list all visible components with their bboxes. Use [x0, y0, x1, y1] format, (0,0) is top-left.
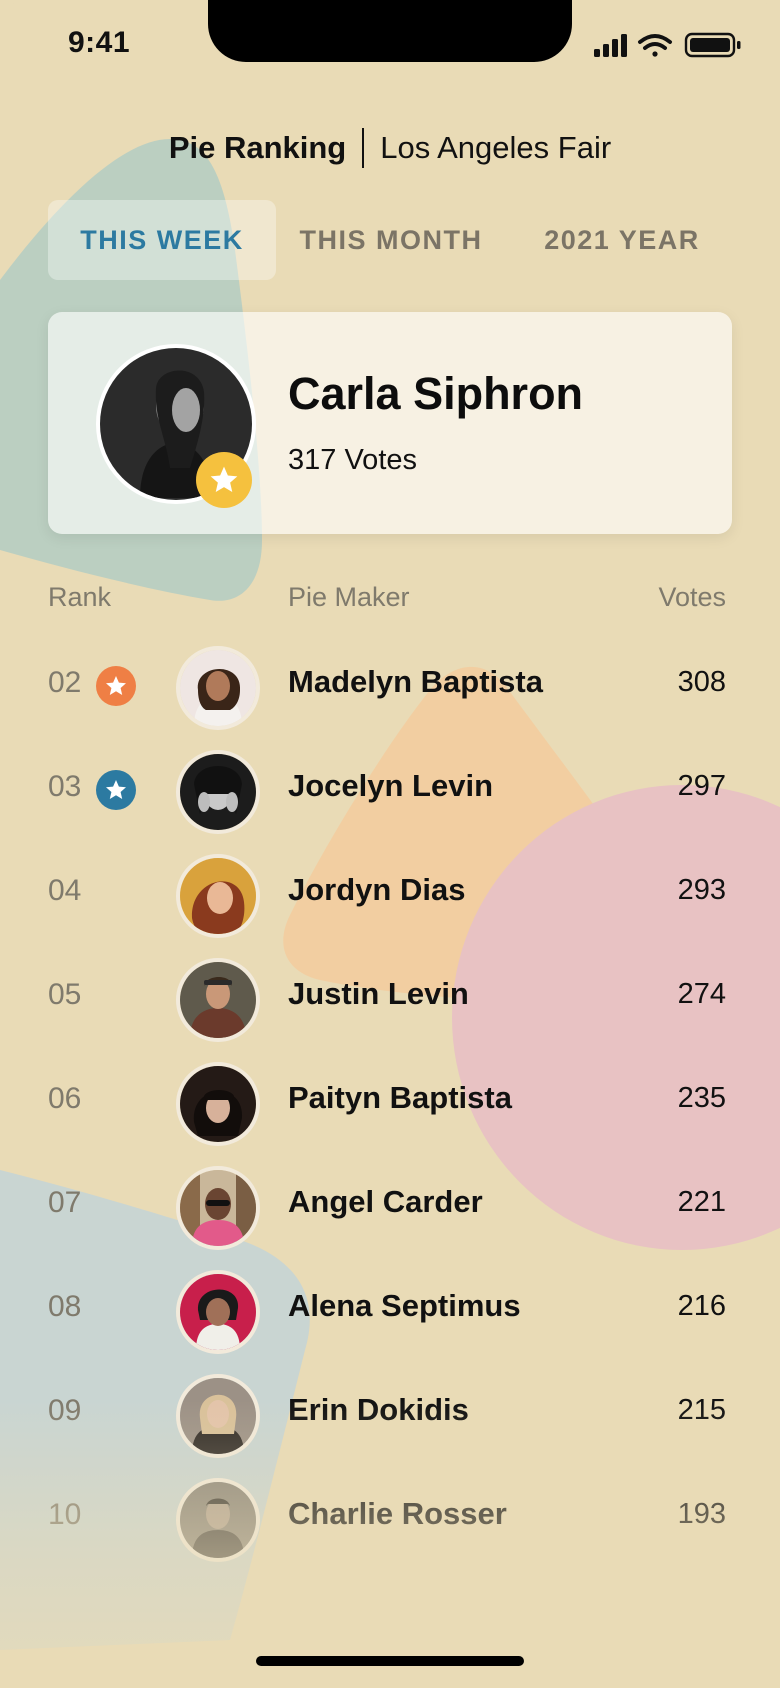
column-header-votes: Votes [658, 582, 726, 612]
vote-count: 193 [677, 1498, 726, 1530]
pie-maker-name: Justin Levin [288, 976, 469, 1011]
status-icons [592, 30, 752, 60]
ranking-row[interactable]: 04 Jordyn Dias 293 [0, 838, 780, 950]
vote-count: 216 [677, 1290, 726, 1322]
pie-maker-name: Jordyn Dias [288, 872, 466, 907]
tab-this-month[interactable]: THIS MONTH [276, 200, 506, 280]
wifi-icon [638, 34, 672, 57]
vote-count: 293 [677, 874, 726, 906]
ranking-row[interactable]: 09 Erin Dokidis 215 [0, 1358, 780, 1470]
avatar [176, 750, 260, 834]
avatar [176, 854, 260, 938]
rank-number: 03 [48, 770, 82, 803]
rank-number: 10 [48, 1498, 82, 1531]
winner-name: Carla Siphron [288, 368, 584, 419]
tab-2021-year[interactable]: 2021 YEAR [506, 200, 738, 280]
pie-maker-name: Madelyn Baptista [288, 664, 543, 699]
pie-maker-name: Alena Septimus [288, 1288, 521, 1323]
pie-maker-name: Jocelyn Levin [288, 768, 494, 803]
avatar [176, 1166, 260, 1250]
leaderboard-screen: 9:41 Pie Ranking Los Angeles Fair THIS W… [0, 0, 780, 1688]
star-icon [106, 676, 126, 695]
cellular-signal-icon [594, 34, 627, 57]
avatar [176, 1270, 260, 1354]
vote-count: 297 [677, 770, 726, 802]
page-header: Pie Ranking Los Angeles Fair [0, 124, 780, 172]
avatar [176, 1062, 260, 1146]
event-location: Los Angeles Fair [380, 130, 612, 165]
rank-number: 04 [48, 874, 82, 907]
pie-maker-name: Charlie Rosser [288, 1496, 507, 1531]
rank-number: 09 [48, 1394, 82, 1427]
avatar [176, 1374, 260, 1458]
vote-count: 274 [677, 978, 726, 1010]
app-title: Pie Ranking [168, 130, 347, 165]
vote-count: 308 [677, 666, 726, 698]
ranking-row[interactable]: 02 Madelyn Baptista 308 [0, 630, 780, 742]
ranking-row[interactable]: 07 Angel Carder 221 [0, 1150, 780, 1262]
device-notch [208, 0, 572, 62]
rank-star-badge [96, 666, 136, 706]
status-time: 9:41 [68, 26, 131, 59]
ranking-row[interactable]: 05 Justin Levin 274 [0, 942, 780, 1054]
rank-number: 06 [48, 1082, 82, 1115]
status-bar: 9:41 [0, 0, 780, 90]
rank-number: 07 [48, 1186, 82, 1219]
avatar [176, 958, 260, 1042]
vote-count: 221 [677, 1186, 726, 1218]
pie-maker-name: Erin Dokidis [288, 1392, 469, 1427]
ranking-row[interactable]: 10 Charlie Rosser 193 [0, 1462, 780, 1574]
home-indicator[interactable] [256, 1656, 524, 1666]
rank-number: 02 [48, 666, 82, 699]
rank-number: 08 [48, 1290, 82, 1323]
pie-maker-name: Angel Carder [288, 1184, 483, 1219]
column-header-rank: Rank [48, 582, 112, 612]
period-tabs: THIS WEEK THIS MONTH 2021 YEAR [48, 200, 738, 280]
rank-number: 05 [48, 978, 82, 1011]
ranking-row[interactable]: 03 Jocelyn Levin 297 [0, 734, 780, 846]
vote-count: 235 [677, 1082, 726, 1114]
tab-this-week[interactable]: THIS WEEK [48, 200, 276, 280]
ranking-row[interactable]: 06 Paityn Baptista 235 [0, 1046, 780, 1158]
winner-votes: 317 Votes [288, 444, 417, 476]
vote-count: 215 [677, 1394, 726, 1426]
battery-icon [684, 32, 741, 58]
ranking-row[interactable]: 08 Alena Septimus 216 [0, 1254, 780, 1366]
rank-star-badge [96, 770, 136, 810]
column-header-pie-maker: Pie Maker [288, 582, 410, 612]
pie-maker-name: Paityn Baptista [288, 1080, 512, 1115]
winner-card[interactable]: Carla Siphron 317 Votes [48, 312, 732, 534]
winner-star-badge [196, 452, 252, 508]
header-divider [362, 128, 365, 168]
avatar [176, 646, 260, 730]
star-icon [210, 466, 238, 492]
avatar [176, 1478, 260, 1562]
ranking-column-headers: Rank Pie Maker Votes [0, 582, 780, 622]
star-icon [106, 780, 126, 799]
